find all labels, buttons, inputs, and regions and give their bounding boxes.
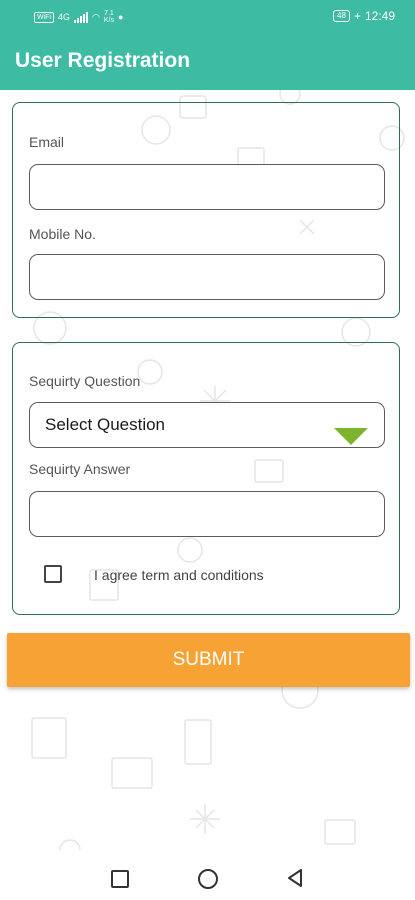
wifi-icon: ◠ [92,11,100,22]
recent-apps-icon[interactable] [111,870,129,888]
security-question-select[interactable]: Select Question [29,402,385,448]
mobile-label: Mobile No. [29,226,96,242]
home-icon[interactable] [198,869,218,889]
security-answer-box [29,491,385,537]
back-icon[interactable] [286,868,304,888]
speed-value: 7.1 [104,10,114,17]
mobile-field-box [29,254,385,300]
security-question-label: Sequirty Question [29,373,141,389]
email-field-box [29,164,385,210]
submit-button[interactable]: SUBMIT [7,633,410,687]
dropdown-arrow-icon[interactable] [334,428,368,445]
agree-label: I agree term and conditions [94,567,264,583]
app-bar: User Registration [0,34,415,90]
navigation-bar [0,852,415,900]
network-speed: 7.1 K/s [104,10,114,24]
email-field[interactable] [30,165,384,209]
mobile-field[interactable] [30,255,384,299]
battery-icon: 48 [333,10,350,22]
contact-card: Email Mobile No. [12,102,400,318]
email-label: Email [29,134,65,150]
network-type: 4G [58,12,71,22]
clock: 12:49 [364,9,395,23]
status-left: WiFi 4G ◠ 7.1 K/s ● [34,8,123,26]
status-right: 48 + 12:49 [333,9,395,23]
charging-icon: + [353,9,361,23]
speed-unit: K/s [103,17,114,24]
page-title: User Registration [15,49,191,72]
selected-question: Select Question [45,415,166,434]
status-bar: WiFi 4G ◠ 7.1 K/s ● 48 + 12:49 [0,0,415,34]
agree-checkbox[interactable] [44,565,62,583]
wifi-badge-icon: WiFi [34,11,54,23]
security-card: Sequirty Question Select Question Sequir… [12,342,400,615]
security-answer-field[interactable] [30,492,384,536]
signal-icon [74,11,89,23]
message-icon: ● [118,12,124,22]
security-answer-label: Sequirty Answer [29,461,131,477]
